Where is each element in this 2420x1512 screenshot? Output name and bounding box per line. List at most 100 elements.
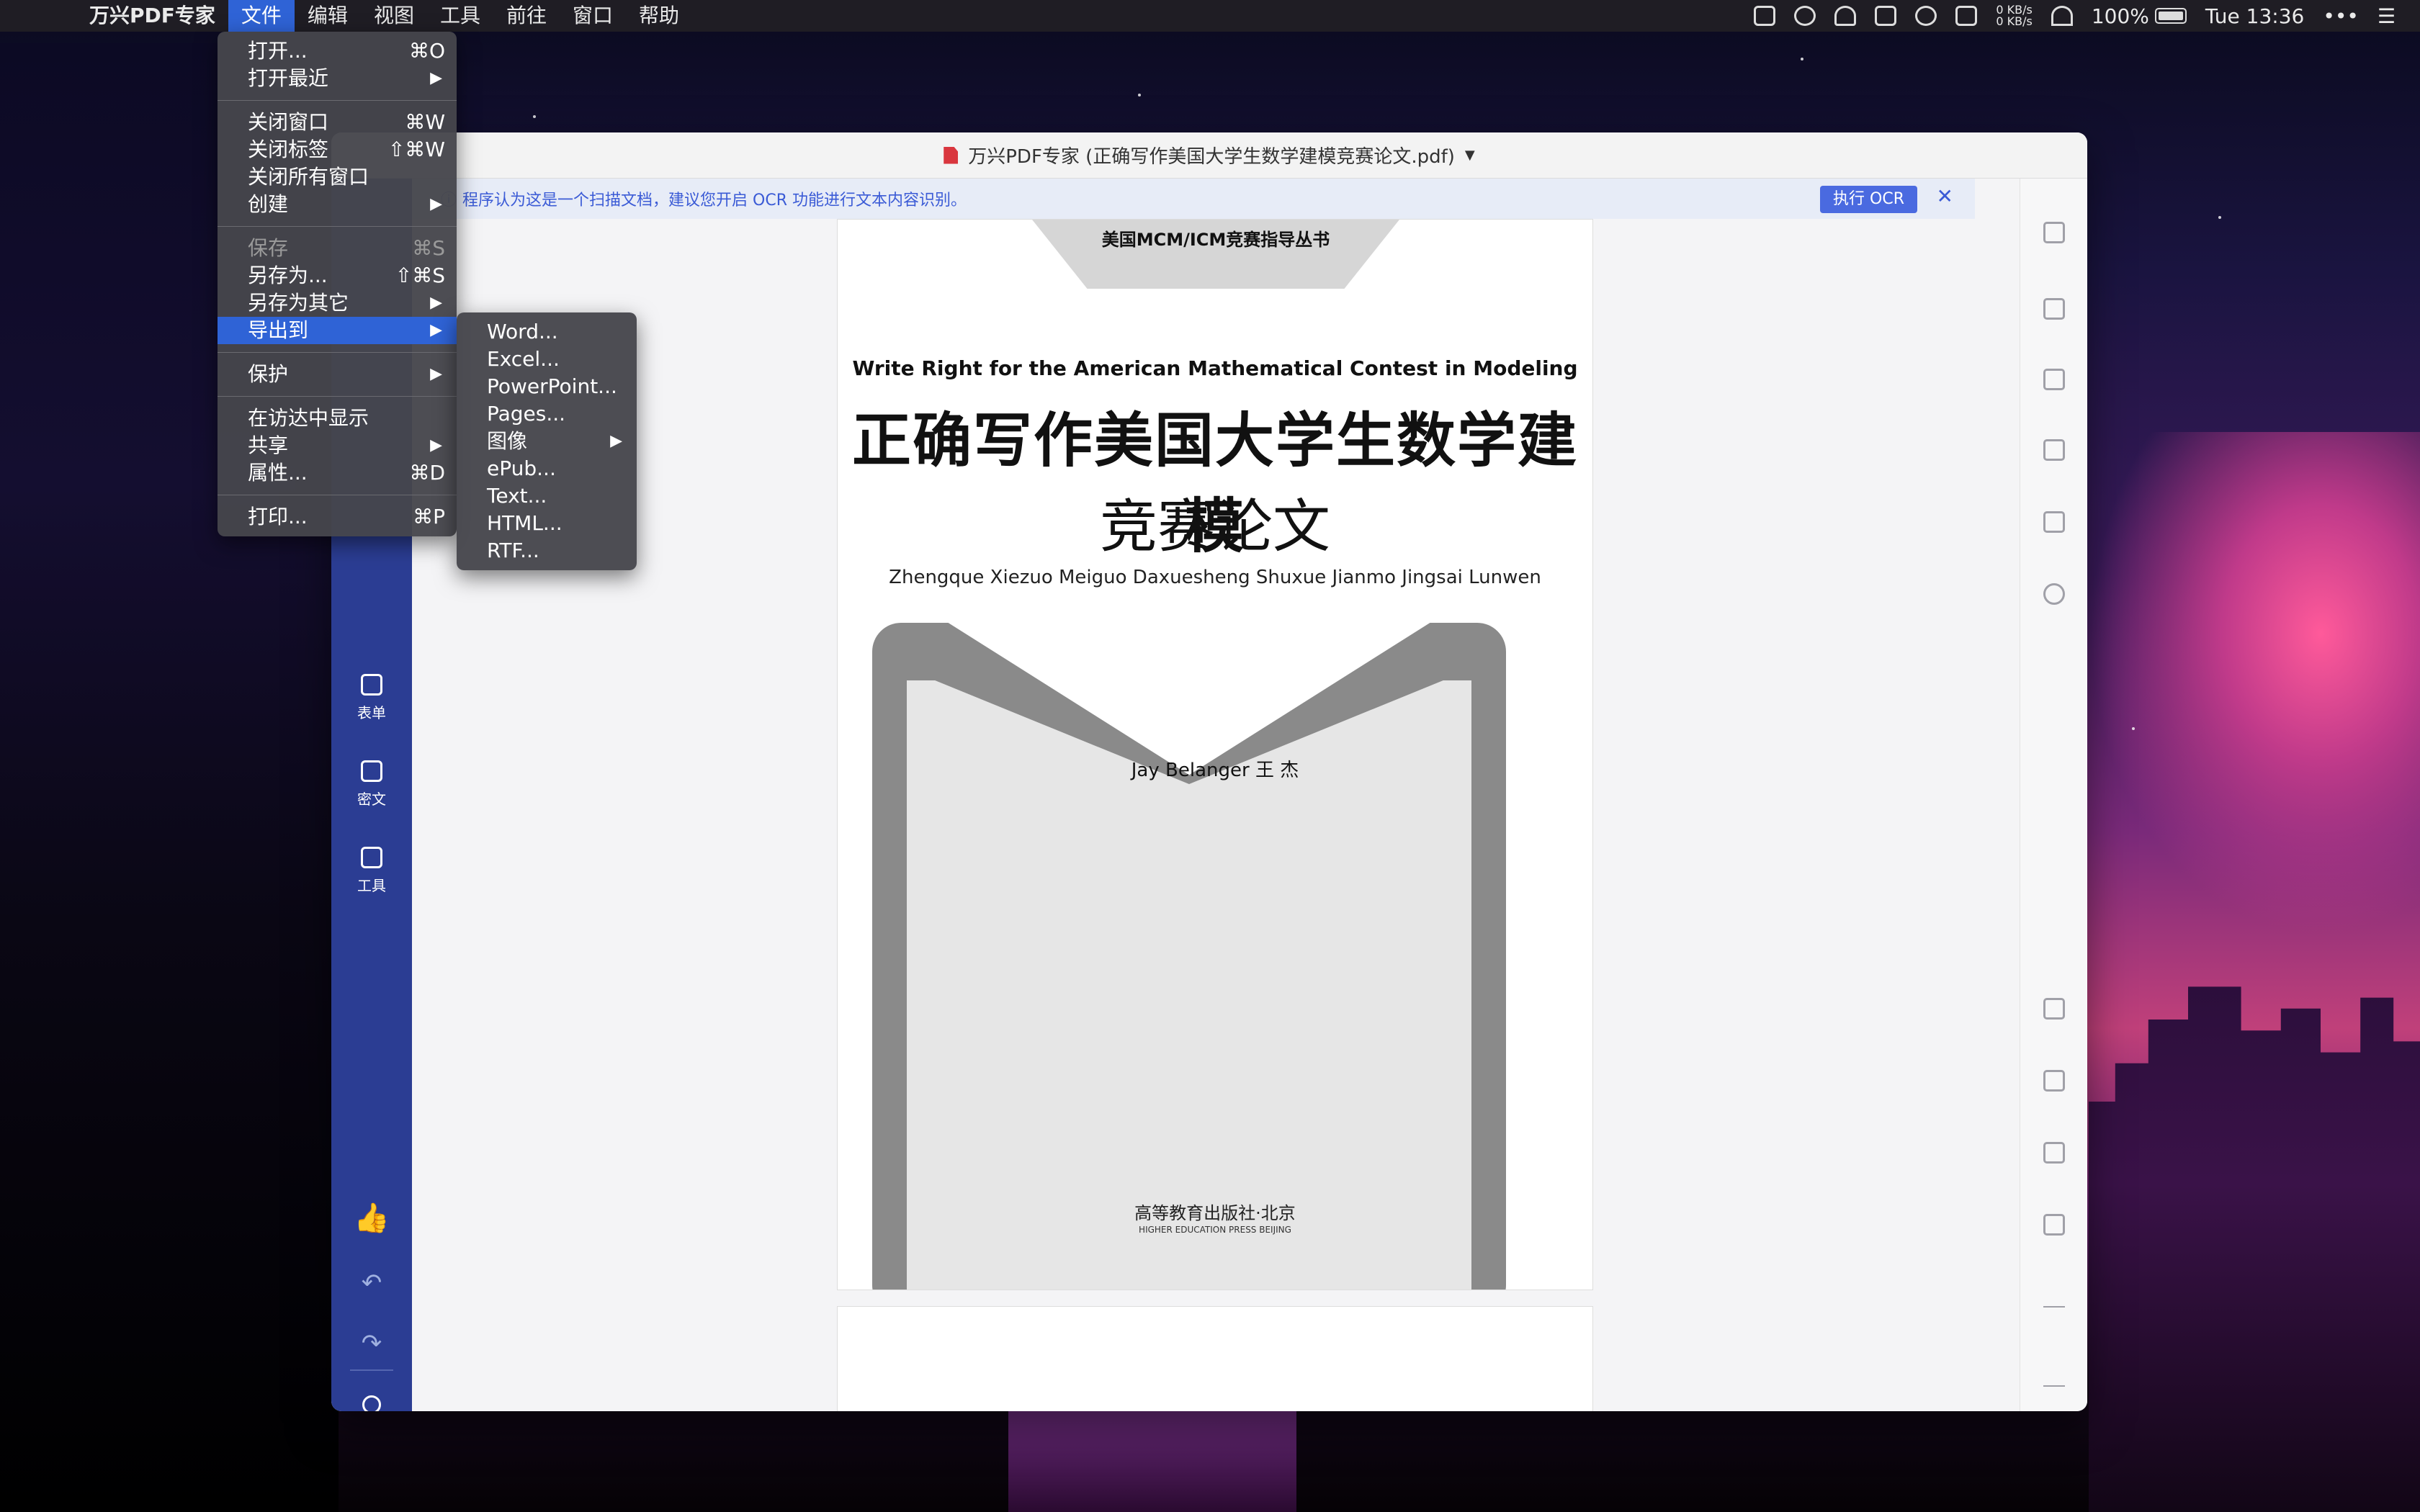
menu-create[interactable]: 创建 ▶ bbox=[218, 191, 457, 218]
status-area: 0 KB/s 0 KB/s 100% Tue 13:36 ••• ☰ bbox=[1754, 4, 2420, 28]
submenu-arrow-icon: ▶ bbox=[430, 69, 442, 87]
menu-close-all[interactable]: 关闭所有窗口 bbox=[218, 163, 457, 191]
submenu-arrow-icon: ▶ bbox=[430, 365, 442, 383]
menu-close-window-label: 关闭窗口 bbox=[248, 110, 329, 134]
menu-open-shortcut: ⌘O bbox=[408, 39, 445, 63]
wallpaper-city bbox=[2089, 986, 2420, 1512]
menu-save-as-shortcut: ⇧⌘S bbox=[395, 264, 445, 287]
outline-icon[interactable] bbox=[2043, 439, 2065, 461]
submenu-arrow-icon: ▶ bbox=[430, 294, 442, 312]
menu-print[interactable]: 打印... ⌘P bbox=[218, 503, 457, 531]
battery-icon bbox=[2154, 8, 2187, 24]
menu-separator bbox=[218, 226, 457, 227]
page-icon[interactable] bbox=[2043, 298, 2065, 320]
menubar-window[interactable]: 窗口 bbox=[560, 0, 626, 32]
menu-save-as[interactable]: 另存为... ⇧⌘S bbox=[218, 262, 457, 289]
screenshot-icon[interactable] bbox=[1754, 6, 1776, 26]
menu-show-in-finder-label: 在访达中显示 bbox=[248, 406, 369, 430]
search-icon[interactable] bbox=[2043, 583, 2065, 605]
menu-properties[interactable]: 属性... ⌘D bbox=[218, 459, 457, 487]
wifi-icon[interactable] bbox=[2051, 6, 2073, 26]
fit-width-icon[interactable] bbox=[2043, 1070, 2065, 1092]
export-submenu: Word... Excel... PowerPoint... Pages... … bbox=[457, 312, 637, 570]
rail-form[interactable]: 表单 bbox=[331, 674, 412, 722]
chat-icon[interactable] bbox=[1794, 6, 1816, 26]
layers-icon[interactable] bbox=[2043, 511, 2065, 533]
input-method-icon[interactable] bbox=[1955, 6, 1978, 26]
export-rtf[interactable]: RTF... bbox=[457, 537, 637, 564]
rotate-icon[interactable] bbox=[2043, 1214, 2065, 1236]
menu-open[interactable]: 打开... ⌘O bbox=[218, 37, 457, 65]
menu-save-shortcut: ⌘S bbox=[412, 236, 445, 260]
export-epub[interactable]: ePub... bbox=[457, 455, 637, 482]
zoom-out-icon[interactable] bbox=[2043, 1385, 2065, 1387]
export-pages[interactable]: Pages... bbox=[457, 400, 637, 428]
publisher-english: HIGHER EDUCATION PRESS BEIJING bbox=[1139, 1225, 1291, 1235]
export-image-label: 图像 bbox=[487, 429, 528, 453]
ocr-banner: ⓘ 程序认为这是一个扫描文档，建议您开启 OCR 功能进行文本内容识别。 执行 … bbox=[412, 179, 1975, 219]
menubar-go[interactable]: 前往 bbox=[493, 0, 560, 32]
run-ocr-button[interactable]: 执行 OCR bbox=[1820, 186, 1917, 213]
like-icon[interactable]: 👍 bbox=[331, 1201, 412, 1235]
rail-tools-label: 工具 bbox=[357, 877, 386, 894]
chevron-down-icon[interactable]: ▼ bbox=[1465, 148, 1475, 163]
clock[interactable]: Tue 13:36 bbox=[2205, 4, 2304, 28]
menu-share[interactable]: 共享 ▶ bbox=[218, 432, 457, 459]
zoom-in-icon[interactable] bbox=[2043, 1306, 2065, 1308]
menubar-edit[interactable]: 编辑 bbox=[295, 0, 361, 32]
menu-export-to[interactable]: 导出到 ▶ bbox=[218, 317, 457, 344]
rail-redact-label: 密文 bbox=[357, 791, 386, 808]
menu-save-as-other[interactable]: 另存为其它 ▶ bbox=[218, 289, 457, 317]
bolt-icon[interactable] bbox=[1915, 6, 1937, 26]
export-word[interactable]: Word... bbox=[457, 318, 637, 346]
export-text[interactable]: Text... bbox=[457, 482, 637, 510]
star bbox=[2132, 727, 2135, 730]
menu-separator bbox=[218, 352, 457, 353]
menu-save: 保存 ⌘S bbox=[218, 235, 457, 262]
account[interactable] bbox=[331, 1395, 412, 1411]
notification-icon[interactable] bbox=[1834, 6, 1857, 26]
fit-page-icon[interactable] bbox=[2043, 1142, 2065, 1164]
menubar-app-name[interactable]: 万兴PDF专家 bbox=[76, 0, 228, 32]
redact-icon bbox=[361, 760, 382, 782]
undo-icon[interactable]: ↶ bbox=[331, 1269, 412, 1297]
window-title[interactable]: 万兴PDF专家 (正确写作美国大学生数学建模竞赛论文.pdf) bbox=[968, 142, 1455, 168]
star bbox=[1138, 94, 1141, 96]
redo-icon[interactable]: ↷ bbox=[331, 1329, 412, 1358]
cat-icon[interactable] bbox=[1875, 6, 1897, 26]
menu-separator bbox=[218, 396, 457, 397]
pinyin-title: Zhengque Xiezuo Meiguo Daxuesheng Shuxue… bbox=[889, 567, 1541, 588]
close-icon[interactable]: ✕ bbox=[1937, 184, 1953, 208]
bookmark-icon[interactable] bbox=[2043, 369, 2065, 390]
export-excel[interactable]: Excel... bbox=[457, 346, 637, 373]
menu-close-window[interactable]: 关闭窗口 ⌘W bbox=[218, 109, 457, 136]
actual-size-icon[interactable] bbox=[2043, 998, 2065, 1020]
menubar-help[interactable]: 帮助 bbox=[626, 0, 692, 32]
menubar-tools[interactable]: 工具 bbox=[427, 0, 493, 32]
series-banner: 美国MCM/ICM竞赛指导丛书 bbox=[1032, 220, 1399, 289]
rail-form-label: 表单 bbox=[357, 704, 386, 721]
more-icon[interactable]: ••• bbox=[2323, 4, 2359, 28]
menu-open-recent[interactable]: 打开最近 ▶ bbox=[218, 65, 457, 92]
menu-show-in-finder[interactable]: 在访达中显示 bbox=[218, 405, 457, 432]
authors: Jay Belanger 王 杰 bbox=[1131, 760, 1299, 781]
menu-print-shortcut: ⌘P bbox=[413, 505, 445, 528]
rail-tools[interactable]: 工具 bbox=[331, 847, 412, 895]
control-center-icon[interactable]: ☰ bbox=[2378, 4, 2396, 28]
export-powerpoint[interactable]: PowerPoint... bbox=[457, 373, 637, 400]
menu-save-label: 保存 bbox=[248, 236, 289, 260]
menubar-file[interactable]: 文件 bbox=[228, 0, 295, 32]
export-html[interactable]: HTML... bbox=[457, 510, 637, 537]
menu-print-label: 打印... bbox=[248, 505, 308, 528]
battery[interactable]: 100% bbox=[2092, 4, 2187, 28]
form-icon bbox=[361, 674, 382, 696]
menubar-view[interactable]: 视图 bbox=[361, 0, 427, 32]
menu-protect[interactable]: 保护 ▶ bbox=[218, 361, 457, 388]
network-down: 0 KB/s bbox=[1996, 14, 2033, 28]
thumbnails-icon[interactable] bbox=[2043, 222, 2065, 243]
document-view[interactable]: 美国MCM/ICM竞赛指导丛书 Write Right for the Amer… bbox=[412, 219, 1975, 1411]
menu-close-tab[interactable]: 关闭标签 ⇧⌘W bbox=[218, 136, 457, 163]
rail-redact[interactable]: 密文 bbox=[331, 760, 412, 809]
export-image[interactable]: 图像 ▶ bbox=[457, 428, 637, 455]
wallpaper-glow bbox=[2089, 432, 2420, 936]
